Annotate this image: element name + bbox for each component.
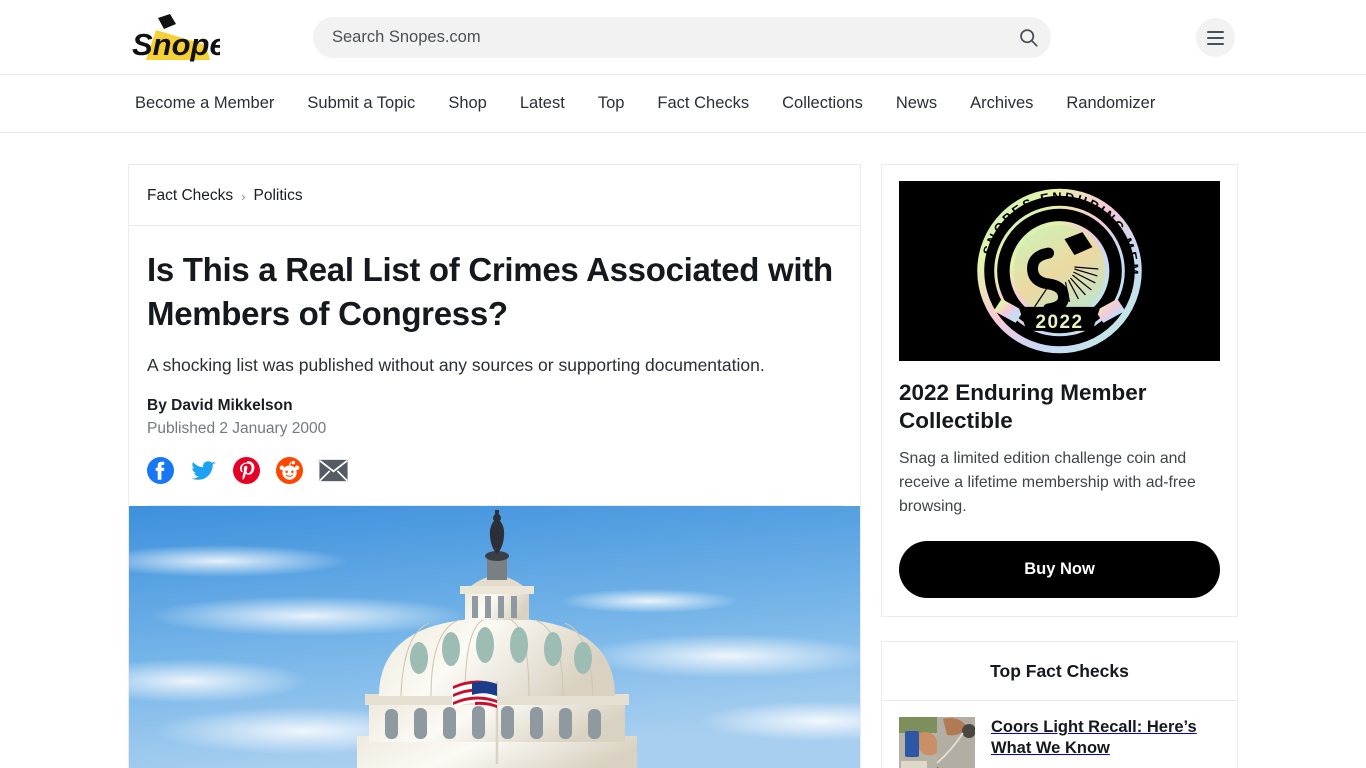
svg-text:Snopes: Snopes bbox=[132, 27, 220, 62]
nav-item-fact-checks[interactable]: Fact Checks bbox=[657, 94, 749, 113]
breadcrumb-separator-icon: › bbox=[241, 188, 246, 204]
hamburger-line bbox=[1207, 30, 1224, 33]
article-byline: By David Mikkelson bbox=[147, 397, 293, 415]
thumbnail-photo: Jeep bbox=[899, 717, 975, 768]
hamburger-line bbox=[1207, 42, 1224, 45]
sidebar: SNOPES ENDURING MEMBER 2022 2022 Endurin… bbox=[881, 164, 1238, 768]
search-icon bbox=[1019, 29, 1038, 47]
breadcrumb-parent[interactable]: Fact Checks bbox=[147, 187, 233, 205]
top-fact-checks-heading: Top Fact Checks bbox=[882, 642, 1237, 702]
article-published-date: Published 2 January 2000 bbox=[147, 420, 327, 438]
article-body: Is This a Real List of Crimes Associated… bbox=[129, 226, 860, 507]
email-share-icon[interactable] bbox=[319, 459, 348, 482]
nav-item-latest[interactable]: Latest bbox=[520, 94, 565, 113]
snopes-logo[interactable]: Snopes bbox=[128, 12, 244, 64]
enduring-member-badge-icon: SNOPES ENDURING MEMBER 2022 bbox=[899, 181, 1220, 361]
breadcrumb: Fact Checks › Politics bbox=[129, 165, 860, 226]
reddit-share-icon[interactable] bbox=[276, 457, 303, 485]
top-fact-check-thumbnail: Jeep bbox=[899, 717, 975, 768]
member-promo-card: SNOPES ENDURING MEMBER 2022 2022 Endurin… bbox=[881, 164, 1238, 618]
breadcrumb-current[interactable]: Politics bbox=[253, 187, 302, 205]
promo-description: Snag a limited edition challenge coin an… bbox=[899, 450, 1196, 516]
buy-now-button[interactable]: Buy Now bbox=[899, 541, 1220, 599]
article-card: Fact Checks › Politics Is This a Real Li… bbox=[128, 164, 861, 768]
article-hero-image bbox=[129, 506, 860, 768]
site-header: Snopes bbox=[0, 0, 1366, 75]
nav-item-shop[interactable]: Shop bbox=[448, 94, 487, 113]
capitol-dome-photo bbox=[129, 506, 860, 768]
nav-item-top[interactable]: Top bbox=[598, 94, 625, 113]
top-fact-check-item[interactable]: Jeep Coors Light Recall: Here’s What We … bbox=[882, 701, 1237, 768]
hamburger-line bbox=[1207, 36, 1224, 39]
share-row bbox=[147, 457, 842, 507]
enduring-member-coin-image: SNOPES ENDURING MEMBER 2022 bbox=[899, 181, 1220, 361]
badge-year: 2022 bbox=[1035, 312, 1083, 333]
search-input[interactable] bbox=[313, 28, 1005, 47]
promo-title: 2022 Enduring Member Collectible bbox=[899, 380, 1147, 434]
article-subtitle: A shocking list was published without an… bbox=[147, 354, 765, 375]
search-submit-button[interactable] bbox=[1005, 17, 1051, 58]
nav-item-archives[interactable]: Archives bbox=[970, 94, 1033, 113]
nav-item-submit-a-topic[interactable]: Submit a Topic bbox=[307, 94, 415, 113]
facebook-share-icon[interactable] bbox=[147, 457, 174, 485]
top-fact-check-title: Coors Light Recall: Here’s What We Know bbox=[991, 718, 1197, 758]
nav-item-randomizer[interactable]: Randomizer bbox=[1066, 94, 1155, 113]
main-navigation: Become a Member Submit a Topic Shop Late… bbox=[0, 75, 1366, 133]
page-content: Fact Checks › Politics Is This a Real Li… bbox=[0, 133, 1366, 768]
hamburger-menu-button[interactable] bbox=[1196, 18, 1235, 57]
pinterest-share-icon[interactable] bbox=[233, 457, 260, 485]
twitter-share-icon[interactable] bbox=[190, 457, 217, 484]
search-bar[interactable] bbox=[313, 17, 1051, 58]
top-fact-checks-card: Top Fact Checks Jeep bbox=[881, 641, 1238, 768]
nav-item-become-a-member[interactable]: Become a Member bbox=[135, 94, 274, 113]
nav-item-collections[interactable]: Collections bbox=[782, 94, 863, 113]
nav-item-news[interactable]: News bbox=[896, 94, 937, 113]
page-title: Is This a Real List of Crimes Associated… bbox=[147, 251, 833, 332]
snopes-logo-mark: Snopes bbox=[132, 14, 244, 62]
